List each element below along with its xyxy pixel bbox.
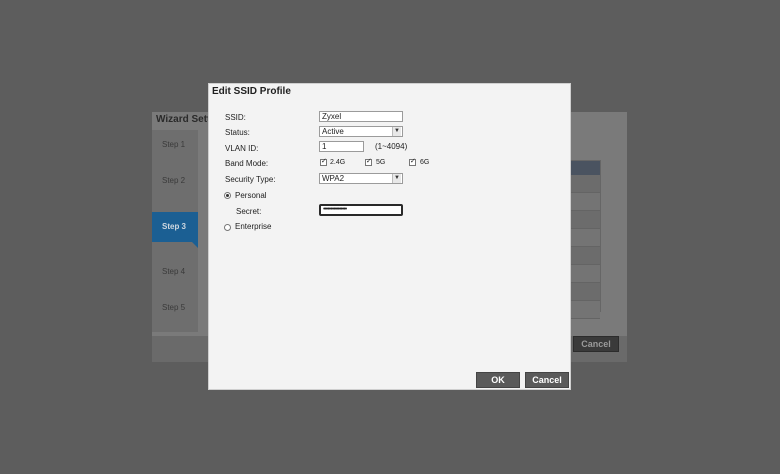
secret-input[interactable]: ••••••••••••••••: [319, 204, 403, 216]
band-2-4g-checkbox[interactable]: [320, 157, 327, 166]
status-label: Status:: [225, 128, 250, 137]
secret-label: Secret:: [236, 207, 262, 216]
table-row: [570, 247, 600, 265]
wizard-title: Wizard Sett: [156, 114, 211, 125]
band-mode-label: Band Mode:: [225, 159, 269, 168]
band-6g-checkbox[interactable]: [409, 157, 416, 166]
chevron-down-icon: ▼: [392, 127, 401, 136]
table-row: [570, 211, 600, 229]
wizard-table-header: [570, 161, 600, 175]
security-type-label: Security Type:: [225, 175, 276, 184]
chevron-down-icon: ▼: [392, 174, 401, 183]
status-select-value: Active: [322, 127, 344, 136]
wizard-step-2[interactable]: Step 2: [152, 166, 198, 196]
table-row: [570, 265, 600, 283]
table-row: [570, 193, 600, 211]
enterprise-radio[interactable]: [224, 224, 231, 231]
cancel-button[interactable]: Cancel: [525, 372, 569, 388]
vlan-input[interactable]: [319, 141, 364, 152]
vlan-label: VLAN ID:: [225, 144, 259, 153]
table-row: [570, 175, 600, 193]
wizard-step-1[interactable]: Step 1: [152, 130, 198, 160]
personal-label: Personal: [235, 191, 267, 200]
table-row: [570, 283, 600, 301]
wizard-table: [569, 160, 601, 319]
band-5g-checkbox[interactable]: [365, 157, 372, 166]
wizard-step-3[interactable]: Step 3: [152, 212, 198, 248]
table-row: [570, 301, 600, 319]
personal-radio[interactable]: [224, 192, 231, 199]
enterprise-label: Enterprise: [235, 222, 272, 231]
status-select[interactable]: Active ▼: [319, 126, 403, 137]
security-type-value: WPA2: [322, 174, 345, 183]
wizard-step-4[interactable]: Step 4: [152, 257, 198, 287]
wizard-cancel-button[interactable]: Cancel: [573, 336, 619, 352]
ssid-label: SSID:: [225, 113, 246, 122]
band-5g-label: 5G: [376, 159, 386, 166]
table-row: [570, 229, 600, 247]
security-type-select[interactable]: WPA2 ▼: [319, 173, 403, 184]
wizard-step-5[interactable]: Step 5: [152, 293, 198, 323]
vlan-range-hint: (1~4094): [375, 142, 408, 151]
edit-ssid-dialog: Edit SSID Profile SSID: Status: Active ▼…: [208, 83, 571, 390]
band-2-4g-label: 2.4G: [330, 159, 346, 166]
wizard-steps: Step 1 Step 2 Step 3 Step 4 Step 5: [152, 130, 198, 332]
dialog-title: Edit SSID Profile: [212, 86, 291, 97]
ok-button[interactable]: OK: [476, 372, 520, 388]
ssid-input[interactable]: [319, 111, 403, 122]
band-6g-label: 6G: [420, 159, 430, 166]
